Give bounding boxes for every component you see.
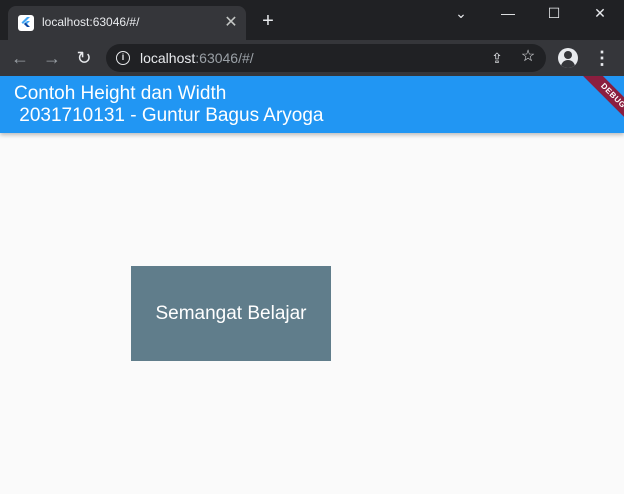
page-viewport: Contoh Height dan Width 2031710131 - Gun… — [0, 76, 624, 494]
browser-toolbar: ← → ↻ i localhost:63046/#/ ⇪ ☆ ⋮ — [0, 40, 624, 76]
star-icon[interactable]: ☆ — [519, 48, 537, 66]
share-icon[interactable]: ⇪ — [488, 49, 506, 67]
semangat-container: Semangat Belajar — [131, 266, 331, 361]
browser-window: localhost:63046/#/ ✕ + ⌄ — ☐ ✕ ← → ↻ i l… — [0, 0, 624, 494]
profile-icon[interactable] — [558, 48, 578, 68]
flutter-favicon-icon — [18, 15, 34, 31]
info-icon[interactable]: i — [116, 51, 130, 65]
app-bar-title: Contoh Height dan Width 2031710131 - Gun… — [14, 83, 324, 126]
tab-active[interactable]: localhost:63046/#/ ✕ — [8, 6, 246, 40]
reload-icon[interactable]: ↻ — [72, 46, 96, 70]
plus-icon[interactable]: + — [257, 10, 279, 32]
url-host: localhost — [140, 50, 196, 66]
tab-title: localhost:63046/#/ — [42, 15, 140, 29]
container-text: Semangat Belajar — [155, 302, 307, 324]
minimize-icon[interactable]: — — [485, 0, 531, 26]
app-bar: Contoh Height dan Width 2031710131 - Gun… — [0, 76, 624, 133]
kebab-menu-icon[interactable]: ⋮ — [590, 46, 614, 70]
tab-strip: localhost:63046/#/ ✕ + ⌄ — ☐ ✕ — [0, 0, 624, 40]
forward-arrow-icon[interactable]: → — [40, 46, 64, 70]
url-text[interactable]: localhost:63046/#/ — [140, 50, 254, 66]
back-arrow-icon[interactable]: ← — [8, 46, 32, 70]
url-path: :63046/#/ — [195, 50, 254, 66]
address-bar[interactable]: i localhost:63046/#/ ⇪ ☆ — [106, 44, 546, 72]
close-icon[interactable]: ✕ — [222, 14, 240, 32]
window-close-icon[interactable]: ✕ — [577, 0, 623, 26]
maximize-icon[interactable]: ☐ — [531, 0, 577, 26]
tab-search-chevron-icon[interactable]: ⌄ — [438, 0, 484, 26]
